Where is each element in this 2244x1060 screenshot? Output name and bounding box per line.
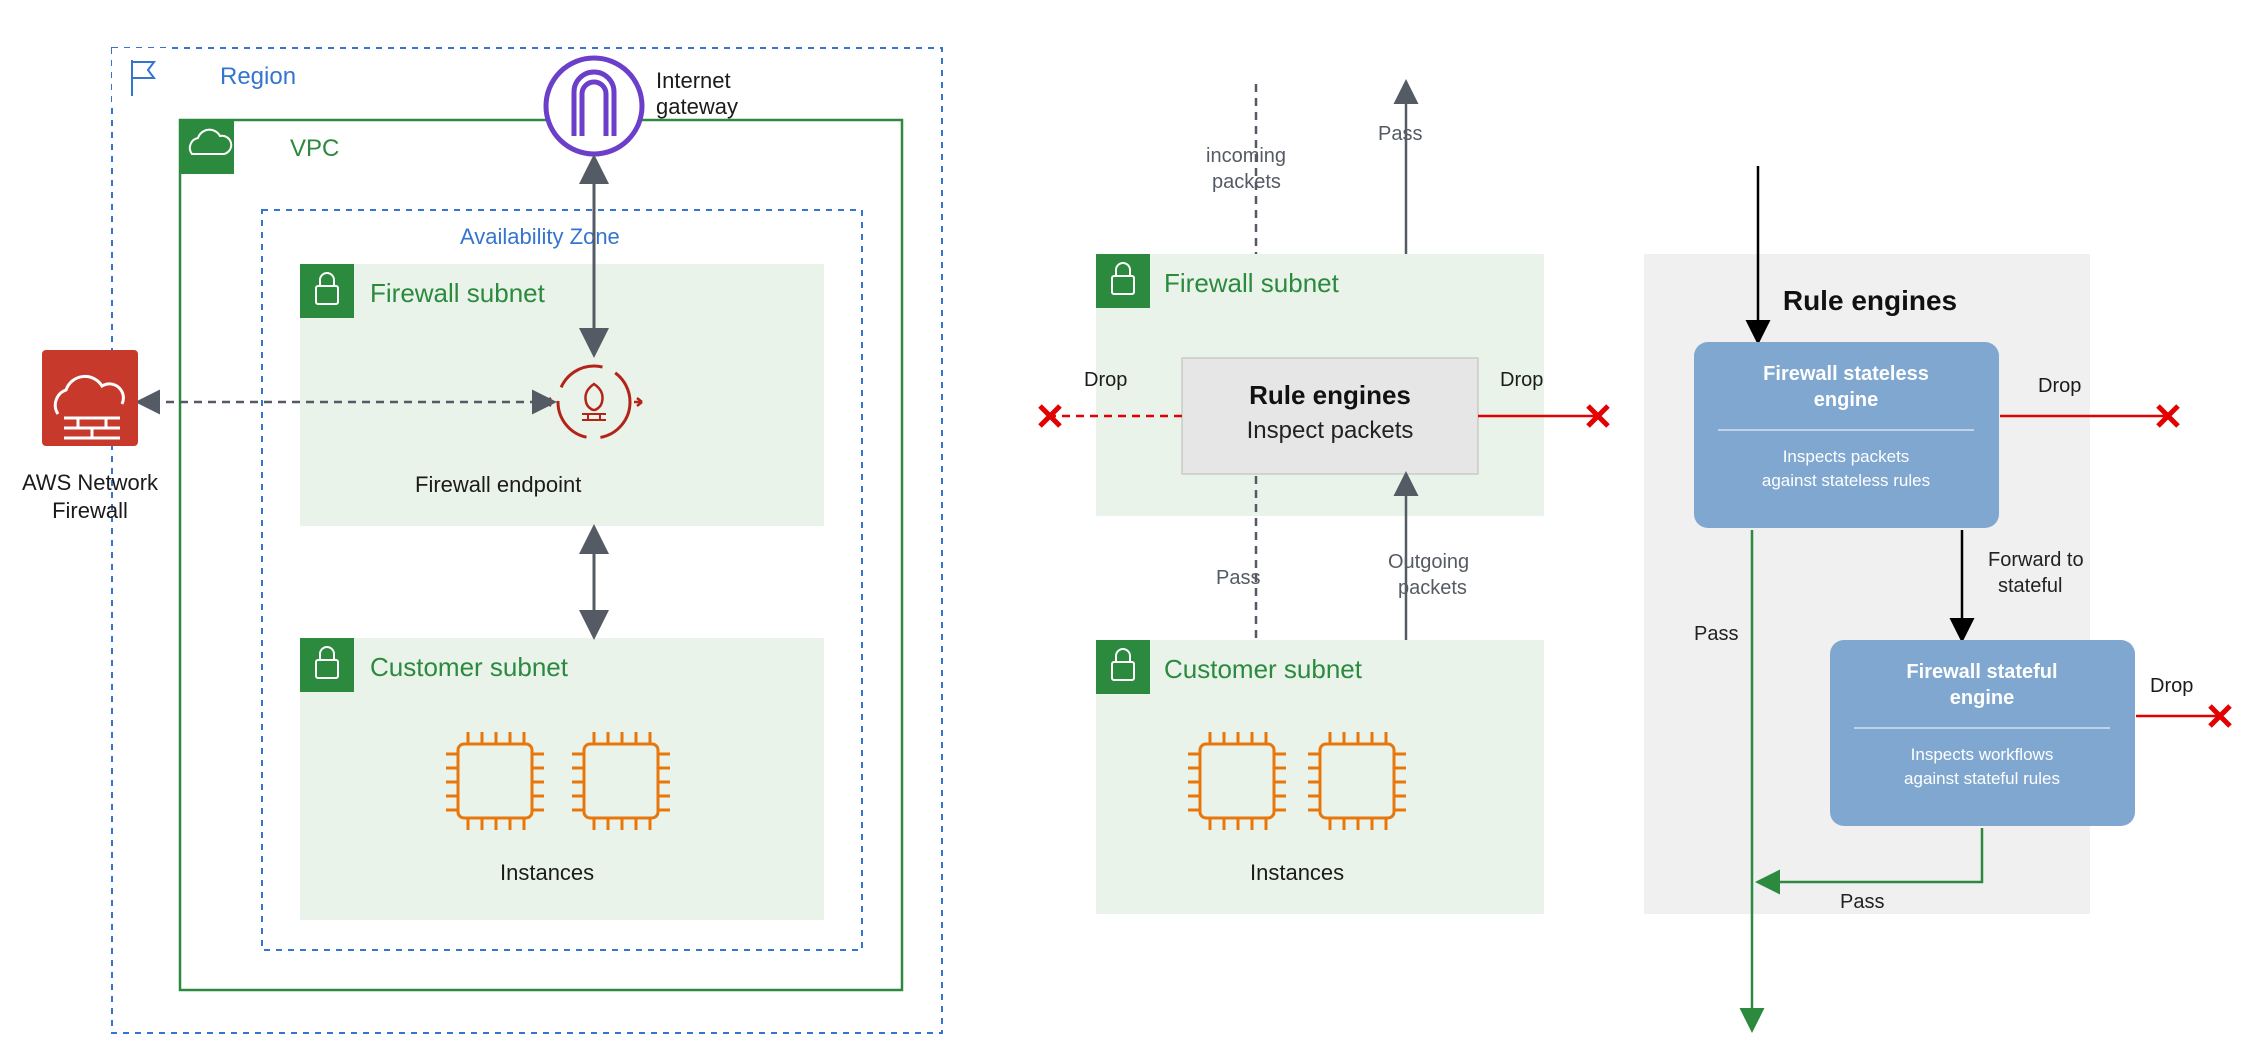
drop-right-label: Drop (1500, 369, 1543, 391)
stateful-sub-line2: against stateful rules (1904, 769, 2060, 788)
pass-up-label: Pass (1378, 123, 1422, 145)
firewall-subnet-box: Firewall subnet Firewall endpoint (300, 264, 824, 526)
drop1-label: Drop (2038, 375, 2081, 397)
stateful-engine-box: Firewall stateful engine Inspects workfl… (1830, 640, 2135, 826)
rule-engines-sub: Inspect packets (1247, 417, 1414, 444)
vpc-label: VPC (290, 135, 339, 162)
stateful-title-line2: engine (1950, 687, 2014, 709)
outgoing-line1: Outgoing (1388, 551, 1469, 573)
rule-engines-heading: Rule engines (1783, 285, 1957, 316)
instances-label-2: Instances (1250, 860, 1344, 885)
stateless-sub-line1: Inspects packets (1783, 447, 1910, 466)
customer-subnet-label: Customer subnet (370, 652, 569, 682)
pass2-label: Pass (1840, 891, 1884, 913)
igw-label-line2: gateway (656, 94, 738, 119)
forward-line2: stateful (1998, 575, 2062, 597)
firewall-subnet-label: Firewall subnet (370, 278, 546, 308)
stateless-title-line2: engine (1814, 389, 1878, 411)
customer-subnet-box: Customer subnet Instances (300, 638, 824, 920)
incoming-line1: incoming (1206, 145, 1286, 167)
forward-line1: Forward to (1988, 549, 2084, 571)
firewall-endpoint-label: Firewall endpoint (415, 472, 581, 497)
pass1-label: Pass (1694, 623, 1738, 645)
drop2-label: Drop (2150, 675, 2193, 697)
instances-label: Instances (500, 860, 594, 885)
stateless-engine-box: Firewall stateless engine Inspects packe… (1694, 342, 1999, 528)
az-label: Availability Zone (460, 224, 620, 249)
customer-subnet-box-2: Customer subnet Instances (1096, 640, 1544, 914)
panel-packet-flow: incoming packets Pass Firewall subnet Ru… (1050, 84, 1598, 914)
nfw-label-line1: AWS Network (22, 470, 159, 495)
firewall-subnet-label-2: Firewall subnet (1164, 268, 1340, 298)
outgoing-line2: packets (1398, 577, 1467, 599)
stateless-title-line1: Firewall stateless (1763, 363, 1929, 385)
drop-left-label: Drop (1084, 369, 1127, 391)
firewall-subnet-box-2: Firewall subnet Rule engines Inspect pac… (1096, 254, 1544, 516)
igw-label-line1: Internet (656, 68, 731, 93)
panel-rule-engines: Rule engines Firewall stateless engine I… (1644, 166, 2220, 1028)
stateless-sub-line2: against stateless rules (1762, 471, 1930, 490)
stateful-title-line1: Firewall stateful (1906, 661, 2057, 683)
stateful-sub-line1: Inspects workflows (1911, 745, 2054, 764)
region-label: Region (220, 63, 296, 90)
nfw-label-line2: Firewall (52, 498, 128, 523)
incoming-line2: packets (1212, 171, 1281, 193)
rule-engines-title: Rule engines (1249, 380, 1411, 410)
customer-subnet-label-2: Customer subnet (1164, 654, 1363, 684)
aws-network-firewall-icon (42, 350, 138, 446)
panel-architecture: Region VPC Internet gateway Availability… (22, 48, 942, 1033)
rule-engines-box (1182, 358, 1478, 474)
internet-gateway-icon (546, 58, 642, 154)
pass-down-label: Pass (1216, 567, 1260, 589)
